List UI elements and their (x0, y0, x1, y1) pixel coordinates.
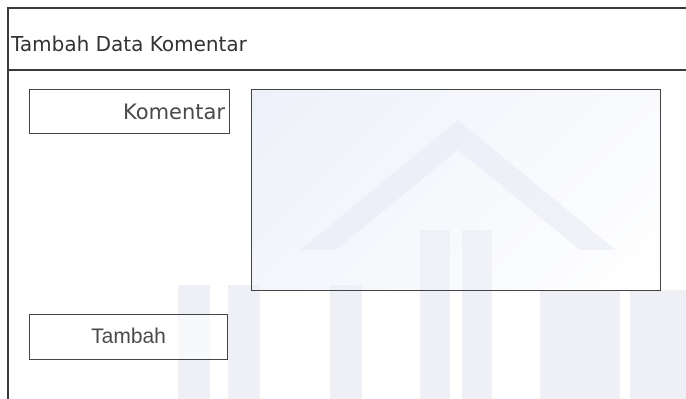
add-button[interactable]: Tambah (29, 314, 228, 360)
window-title: Tambah Data Komentar (11, 32, 247, 56)
comment-label: Komentar (29, 89, 230, 134)
title-bar: Tambah Data Komentar (9, 9, 686, 71)
page: Tambah Data Komentar Komentar Tambah (0, 0, 686, 399)
comment-textarea[interactable] (251, 89, 661, 291)
